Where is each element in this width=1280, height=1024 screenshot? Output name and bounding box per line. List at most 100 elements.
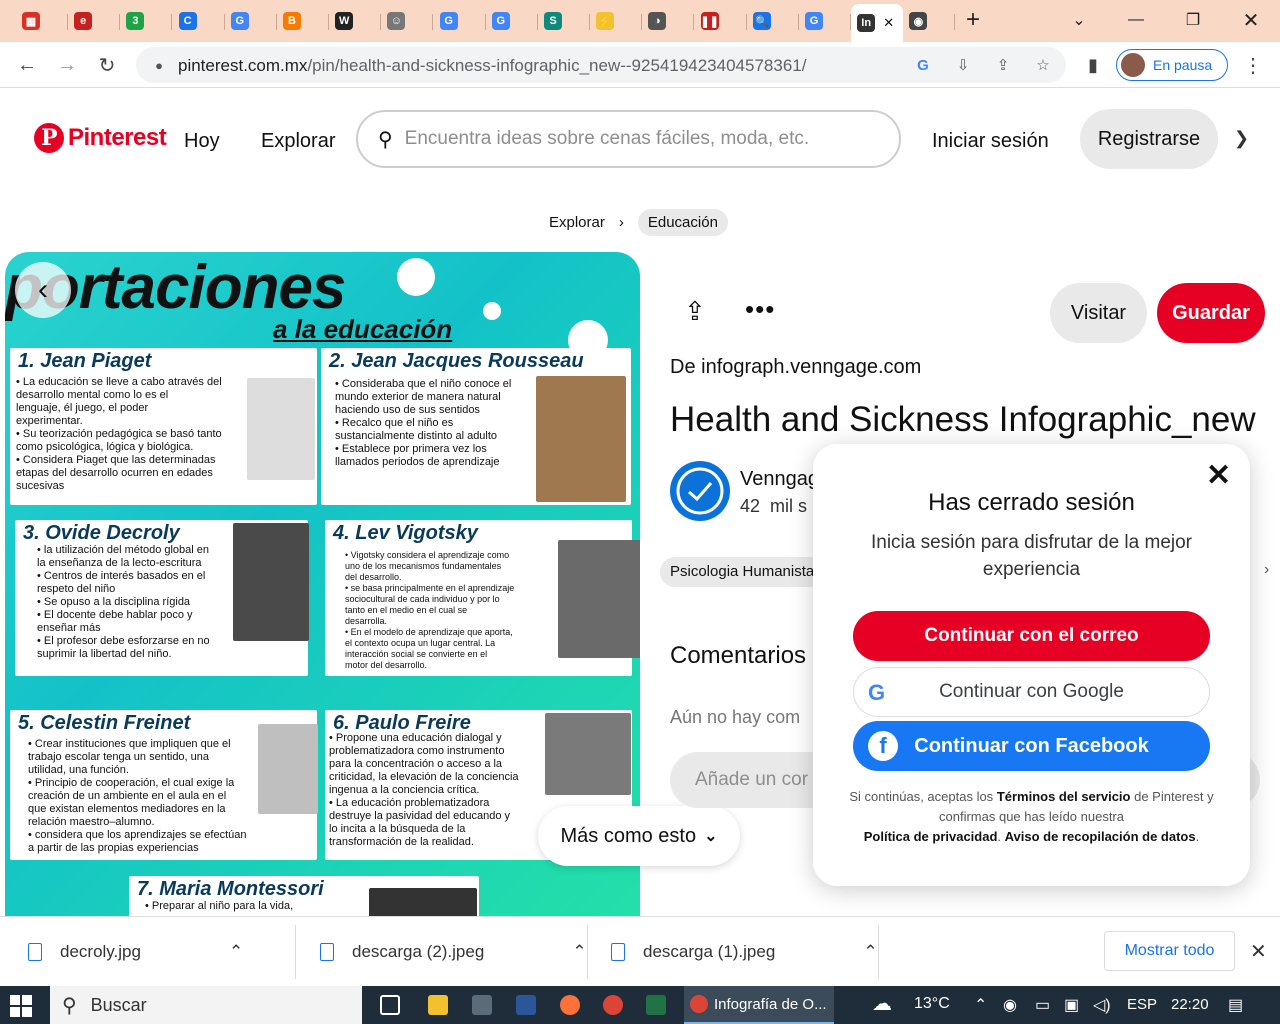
task-view-icon[interactable] [380, 995, 400, 1015]
chevron-down-icon[interactable]: ❯ [1234, 128, 1249, 149]
terms-link[interactable]: Términos del servicio [997, 789, 1131, 804]
tab-8[interactable]: ☺ [381, 6, 434, 36]
chevron-up-icon[interactable]: ⌃ [572, 942, 586, 962]
search-input[interactable] [404, 128, 865, 150]
nav-explore[interactable]: Explorar [261, 130, 335, 153]
author-name[interactable]: Venngag [740, 468, 819, 491]
chevron-up-icon[interactable]: ⌃ [974, 995, 987, 1015]
back-arrow-button[interactable]: ‹ [15, 262, 71, 318]
bookmark-star-icon[interactable]: ☆ [1032, 54, 1054, 76]
calculator-icon[interactable] [472, 995, 492, 1015]
address-bar[interactable]: ● pinterest.com.mx/pin/health-and-sickne… [136, 47, 1066, 83]
back-icon[interactable]: ← [12, 50, 42, 80]
tab-11[interactable]: S [538, 6, 590, 36]
visit-button[interactable]: Visitar [1050, 283, 1147, 343]
breadcrumb-explore[interactable]: Explorar [549, 214, 605, 231]
close-icon[interactable]: ✕ [1206, 458, 1231, 493]
volume-icon[interactable]: ◁) [1093, 995, 1111, 1015]
install-icon[interactable]: ⇩ [952, 54, 974, 76]
privacy-link[interactable]: Política de privacidad [864, 829, 998, 844]
chevron-up-icon[interactable]: ⌃ [863, 942, 877, 962]
word-icon[interactable] [516, 995, 536, 1015]
close-window-button[interactable]: ✕ [1228, 0, 1274, 40]
meet-icon[interactable]: ▭ [1035, 995, 1050, 1015]
more-like-this-button[interactable]: Más como esto ⌄ [538, 806, 740, 866]
weather-cloud-icon[interactable]: ☁ [872, 991, 892, 1016]
tab-active[interactable]: In ✕ [851, 4, 904, 42]
temperature[interactable]: 13°C [914, 995, 950, 1013]
chevron-right-icon[interactable]: › [1264, 561, 1269, 579]
card-line: • Propone una educación dialogal y [329, 732, 502, 744]
share-icon[interactable]: ⇪ [992, 54, 1014, 76]
firefox-icon[interactable] [560, 995, 580, 1015]
author-avatar[interactable] [670, 461, 730, 521]
tab-14[interactable]: ❚❚ [695, 6, 747, 36]
tab-13[interactable]: ◑ [642, 6, 695, 36]
excel-icon[interactable] [646, 995, 666, 1015]
download-item[interactable]: descarga (1).jpeg ⌃ [611, 935, 878, 969]
reload-icon[interactable]: ↻ [92, 50, 122, 80]
tab-1[interactable]: ▦ [16, 6, 68, 36]
tab-18[interactable]: ◉ [903, 6, 956, 36]
card-line: transformación de la realidad. [329, 836, 474, 848]
save-button[interactable]: Guardar [1157, 283, 1265, 343]
tab-2[interactable]: e [68, 6, 121, 36]
download-item[interactable]: descarga (2).jpeg ⌃ [320, 935, 587, 969]
network-icon[interactable]: ▣ [1064, 995, 1079, 1015]
card-line: haciendo uso de sus sentidos [335, 404, 480, 416]
tab-close-icon[interactable]: ✕ [883, 15, 894, 31]
card-line: desarrollo mental como lo es el [16, 389, 169, 401]
tab-4[interactable]: C [173, 6, 225, 36]
menu-kebab-icon[interactable]: ⋮ [1238, 50, 1268, 80]
tab-9[interactable]: G [434, 6, 486, 36]
tab-12[interactable]: ⚡ [590, 6, 643, 36]
profile-button[interactable]: En pausa [1116, 49, 1228, 81]
pinterest-logo[interactable]: P Pinterest [34, 123, 167, 153]
tab-10[interactable]: G [486, 6, 538, 36]
continue-email-button[interactable]: Continuar con el correo [853, 611, 1210, 661]
continue-facebook-button[interactable]: f Continuar con Facebook [853, 721, 1210, 771]
search-box[interactable]: ⚲ [356, 110, 901, 168]
taskbar-active-app[interactable]: Infografía de O... [684, 986, 834, 1024]
card-line: suprimir la libertad del niño. [37, 648, 172, 660]
tab-search-chevron-icon[interactable]: ⌄ [1056, 0, 1102, 40]
download-item[interactable]: decroly.jpg ⌃ [28, 935, 243, 969]
restore-button[interactable]: ❐ [1170, 0, 1216, 40]
card-line: • El docente debe hablar poco y [37, 609, 193, 621]
tab-6[interactable]: B [277, 6, 329, 36]
google-translate-icon[interactable]: G [912, 54, 934, 76]
share-icon[interactable]: ⇪ [684, 296, 706, 327]
breadcrumb-education[interactable]: Educación [637, 208, 728, 236]
tab-15[interactable]: 🔍 [747, 6, 799, 36]
author-followers: 42 mil s [740, 496, 807, 517]
tab-16[interactable]: G [799, 6, 851, 36]
chevron-up-icon[interactable]: ⌃ [229, 942, 243, 962]
site-info-icon[interactable]: ● [148, 54, 170, 76]
continue-google-button[interactable]: G Continuar con Google [853, 667, 1210, 717]
minimize-button[interactable]: — [1113, 0, 1159, 40]
file-explorer-icon[interactable] [428, 995, 448, 1015]
language-indicator[interactable]: ESP [1127, 996, 1157, 1013]
tab-5[interactable]: G [225, 6, 277, 36]
url-text[interactable]: pinterest.com.mx/pin/health-and-sickness… [178, 56, 806, 76]
chrome-icon[interactable] [603, 995, 623, 1015]
data-notice-link[interactable]: Aviso de recopilación de datos [1005, 829, 1196, 844]
windows-start-icon[interactable] [10, 995, 32, 1017]
login-link[interactable]: Iniciar sesión [932, 130, 1049, 153]
forward-icon[interactable]: → [52, 50, 82, 80]
side-panel-icon[interactable]: ▮ [1078, 50, 1108, 80]
close-icon[interactable]: ✕ [1250, 939, 1267, 964]
tag-chip[interactable]: Psicologia Humanista [660, 557, 825, 587]
clock-time[interactable]: 22:20 [1171, 996, 1209, 1013]
notifications-icon[interactable]: ▤ [1228, 995, 1243, 1015]
pin-source[interactable]: De infograph.venngage.com [670, 356, 921, 379]
more-options-icon[interactable]: ••• [745, 294, 775, 325]
signup-button[interactable]: Registrarse [1080, 109, 1218, 169]
taskbar-search[interactable]: ⚲ Buscar [50, 986, 362, 1024]
tab-7[interactable]: W [329, 6, 382, 36]
record-icon[interactable]: ◉ [1003, 995, 1017, 1015]
tab-3[interactable]: 3 [120, 6, 173, 36]
show-all-button[interactable]: Mostrar todo [1104, 931, 1235, 971]
nav-today[interactable]: Hoy [184, 130, 220, 153]
new-tab-button[interactable]: + [950, 0, 996, 40]
